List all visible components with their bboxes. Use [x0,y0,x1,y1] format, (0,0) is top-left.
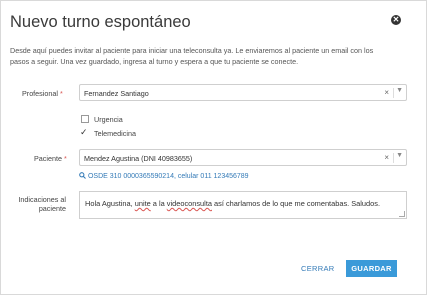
urgencia-checkbox[interactable] [81,115,89,123]
new-appointment-dialog: Nuevo turno espontáneo ✕ Desde aquí pued… [0,0,427,295]
telemedicina-checkbox[interactable]: ✓ [80,127,88,138]
cancel-button[interactable]: CERRAR [301,264,334,273]
profesional-value: Fernandez Santiago [84,89,149,98]
indicaciones-text-part: a la [150,199,167,208]
indicaciones-text-part: Hola Agustina, [85,199,135,208]
indicaciones-label: Indicaciones al paciente [13,195,66,213]
profesional-select[interactable]: Fernandez Santiago × ▼ [79,84,407,101]
chevron-down-icon[interactable]: ▼ [396,152,403,159]
misspelled-word: unite [134,199,151,208]
dialog-title: Nuevo turno espontáneo [10,13,191,31]
search-icon [79,172,86,179]
profesional-label: Profesional * [22,89,63,98]
urgencia-label: Urgencia [94,115,123,124]
paciente-info-link[interactable]: OSDE 310 0000365590214, celular 011 1234… [79,172,249,180]
paciente-label-text: Paciente [34,154,62,163]
indicaciones-textarea[interactable]: Hola Agustina, unite a la videoconsulta … [79,191,407,219]
indicaciones-text: Hola Agustina, unite a la videoconsulta … [85,199,380,208]
close-icon[interactable]: ✕ [391,15,401,25]
profesional-label-text: Profesional [22,89,58,98]
chevron-down-icon[interactable]: ▼ [396,87,403,94]
required-mark: * [63,154,67,163]
save-button[interactable]: GUARDAR [346,260,397,277]
paciente-select[interactable]: Mendez Agustina (DNI 40983655) × ▼ [79,149,407,166]
misspelled-word: videoconsulta [166,199,212,208]
indicaciones-label-line-2: paciente [38,204,66,213]
resize-handle[interactable] [399,211,405,217]
paciente-value: Mendez Agustina (DNI 40983655) [84,154,193,163]
required-mark: * [59,89,63,98]
select-divider [393,153,394,163]
clear-icon[interactable]: × [384,88,389,97]
dialog-description: Desde aquí puedes invitar al paciente pa… [10,45,418,67]
paciente-label: Paciente * [34,154,67,163]
clear-icon[interactable]: × [384,153,389,162]
indicaciones-label-line-1: Indicaciones al [18,195,66,204]
telemedicina-label: Telemedicina [94,129,136,138]
indicaciones-text-part: así charlamos de lo que me comentabas. S… [211,199,381,208]
check-icon: ✓ [80,127,88,137]
description-line-2: pasos a seguir. Una vez guardado, ingres… [10,57,299,66]
description-line-1: Desde aquí puedes invitar al paciente pa… [10,46,374,55]
select-divider [393,88,394,98]
paciente-info-text: OSDE 310 0000365590214, celular 011 1234… [87,173,249,180]
